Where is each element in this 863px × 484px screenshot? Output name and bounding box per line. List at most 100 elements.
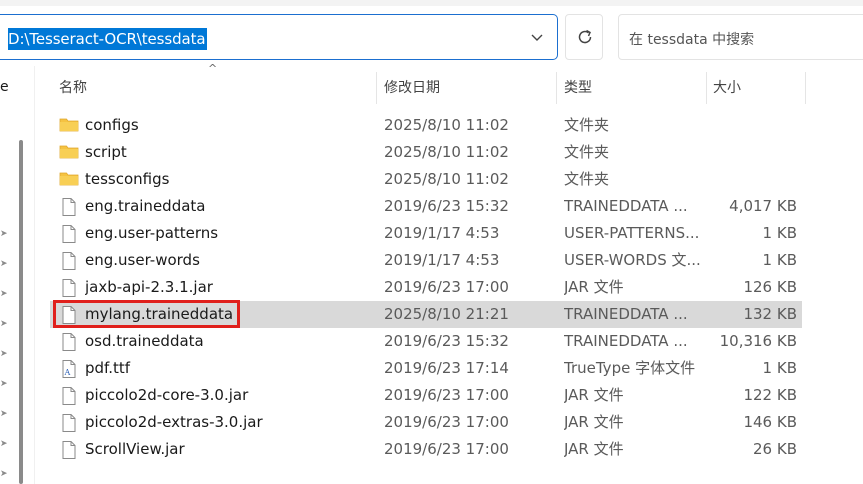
file-row[interactable]: eng.traineddata 2019/6/23 15:32 TRAINEDDAT… (50, 193, 802, 220)
file-icon (59, 440, 79, 460)
file-size (706, 112, 797, 139)
file-name: piccolo2d-extras-3.0.jar (85, 413, 263, 431)
file-size: 4,017 KB (729, 197, 797, 215)
folder-icon (59, 143, 79, 163)
file-icon (59, 386, 79, 406)
file-row[interactable]: piccolo2d-core-3.0.jar 2019/6/23 17:00 JAR… (50, 382, 802, 409)
pane-divider[interactable] (34, 66, 35, 484)
file-icon (59, 197, 79, 217)
refresh-icon (578, 29, 592, 44)
column-divider[interactable] (805, 72, 806, 104)
file-row[interactable]: Apdf.ttf 2019/6/23 17:14 TrueType 字体文件 1 KB (50, 355, 802, 382)
file-name: eng.user-patterns (85, 224, 219, 242)
file-row[interactable]: eng.user-words 2019/1/17 4:53 USER-WORDS 文… (50, 247, 802, 274)
file-row[interactable]: eng.user-patterns 2019/1/17 4:53 USER-PATT… (50, 220, 802, 247)
file-type: 文件夹 (564, 116, 610, 134)
pin-icon[interactable]: ➤ (0, 350, 8, 359)
file-date: 2019/6/23 17:14 (384, 359, 509, 377)
file-type: USER-WORDS 文... (564, 251, 701, 269)
file-size: 122 KB (743, 386, 797, 404)
file-row[interactable]: osd.traineddata 2019/6/23 15:32 TRAINEDDAT… (50, 328, 802, 355)
file-date: 2019/1/17 4:53 (384, 224, 500, 242)
file-date: 2019/6/23 17:00 (384, 440, 509, 458)
annotation-highlight-box (53, 300, 240, 328)
pin-icon[interactable]: ➤ (0, 260, 8, 269)
file-date: 2019/6/23 15:32 (384, 197, 509, 215)
file-date: 2025/8/10 11:02 (384, 143, 509, 161)
file-name: script (85, 143, 127, 161)
search-input[interactable]: 在 tessdata 中搜索 (629, 29, 754, 49)
file-size: 10,316 KB (719, 332, 797, 350)
column-date[interactable]: 修改日期 (384, 68, 440, 104)
file-icon (59, 224, 79, 244)
column-type[interactable]: 类型 (564, 68, 592, 104)
file-row[interactable]: jaxb-api-2.3.1.jar 2019/6/23 17:00 JAR 文件 1… (50, 274, 802, 301)
column-divider[interactable] (706, 72, 707, 104)
pin-icon[interactable]: ➤ (0, 230, 8, 239)
file-size (706, 139, 797, 166)
file-icon (59, 278, 79, 298)
file-date: 2019/6/23 15:32 (384, 332, 509, 350)
column-size[interactable]: 大小 (713, 68, 741, 104)
file-date: 2025/8/10 11:02 (384, 170, 509, 188)
file-row[interactable]: configs 2025/8/10 11:02 文件夹 (50, 112, 802, 139)
file-type: TRAINEDDATA ... (564, 332, 688, 350)
file-size: 1 KB (762, 251, 797, 269)
column-name[interactable]: 名称 (59, 68, 87, 104)
file-date: 2019/6/23 17:00 (384, 413, 509, 431)
file-date: 2019/6/23 17:00 (384, 386, 509, 404)
file-date: 2019/6/23 17:00 (384, 278, 509, 296)
file-row[interactable]: piccolo2d-extras-3.0.jar 2019/6/23 17:00 J… (50, 409, 802, 436)
refresh-button[interactable] (565, 14, 603, 60)
file-name: tessconfigs (85, 170, 170, 188)
sort-ascending-icon: ^ (208, 62, 218, 75)
column-divider[interactable] (376, 72, 377, 104)
file-type: JAR 文件 (564, 440, 624, 458)
file-icon (59, 332, 79, 352)
address-path[interactable]: D:\Tesseract-OCR\tessdata (8, 28, 208, 50)
pin-icon[interactable]: ➤ (0, 410, 8, 419)
file-row[interactable]: ScrollView.jar 2019/6/23 17:00 JAR 文件 26 KB (50, 436, 802, 463)
file-size: 26 KB (753, 440, 797, 458)
file-type: 文件夹 (564, 143, 610, 161)
file-size: 1 KB (762, 224, 797, 242)
pin-icon[interactable]: ➤ (0, 290, 8, 299)
pin-icon[interactable]: ➤ (0, 470, 8, 479)
address-bar[interactable]: D:\Tesseract-OCR\tessdata (0, 14, 558, 60)
file-type: TrueType 字体文件 (564, 359, 696, 377)
top-strip (0, 0, 863, 6)
svg-text:A: A (64, 368, 71, 377)
column-header: ^ 名称 修改日期 类型 大小 (50, 62, 806, 104)
file-name: eng.user-words (85, 251, 200, 269)
file-date: 2019/1/17 4:53 (384, 251, 500, 269)
folder-icon (59, 170, 79, 190)
font-file-icon: A (59, 359, 79, 379)
file-name: osd.traineddata (85, 332, 204, 350)
pin-icon[interactable]: ➤ (0, 320, 8, 329)
file-type: JAR 文件 (564, 413, 624, 431)
search-box[interactable]: 在 tessdata 中搜索 (618, 14, 863, 60)
file-type: USER-PATTERNS... (564, 224, 700, 242)
file-name: configs (85, 116, 139, 134)
folder-icon (59, 116, 79, 136)
column-divider[interactable] (556, 72, 557, 104)
file-name: jaxb-api-2.3.1.jar (85, 278, 213, 296)
file-type: 文件夹 (564, 170, 610, 188)
file-icon (59, 251, 79, 271)
file-icon (59, 413, 79, 433)
file-size: 1 KB (762, 359, 797, 377)
file-type: JAR 文件 (564, 386, 624, 404)
nav-pane-partial-label[interactable]: e (0, 79, 9, 95)
file-size: 132 KB (743, 305, 797, 323)
file-date: 2025/8/10 11:02 (384, 116, 509, 134)
file-row[interactable]: script 2025/8/10 11:02 文件夹 (50, 139, 802, 166)
nav-pane-scrollbar[interactable] (19, 140, 23, 484)
file-type: JAR 文件 (564, 278, 624, 296)
file-type: TRAINEDDATA ... (564, 305, 688, 323)
pin-icon[interactable]: ➤ (0, 380, 8, 389)
file-row[interactable]: tessconfigs 2025/8/10 11:02 文件夹 (50, 166, 802, 193)
file-size: 146 KB (743, 413, 797, 431)
file-name: pdf.ttf (85, 359, 131, 377)
pin-icon[interactable]: ➤ (0, 440, 8, 449)
chevron-down-icon[interactable] (526, 29, 548, 47)
